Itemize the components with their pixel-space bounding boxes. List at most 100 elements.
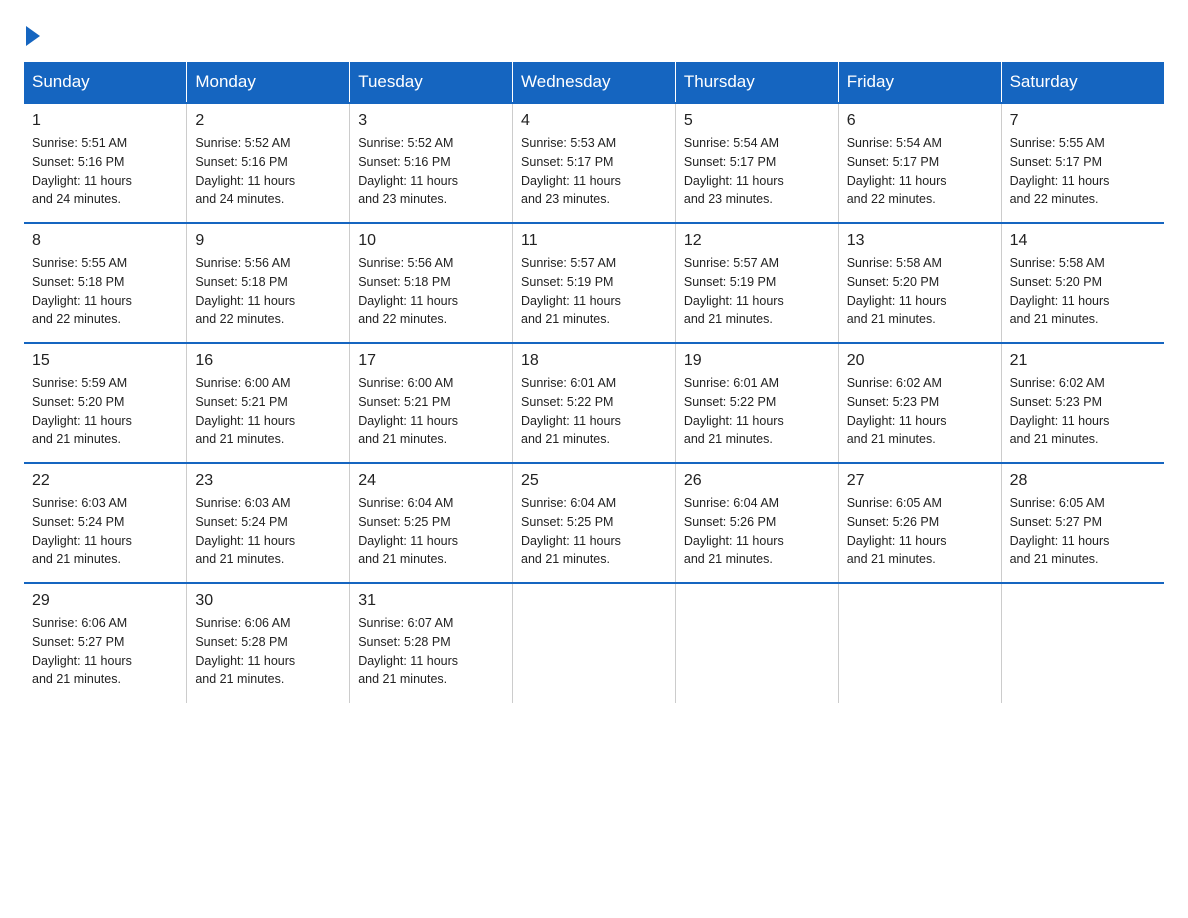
calendar-day-cell: 23Sunrise: 6:03 AMSunset: 5:24 PMDayligh… [187, 463, 350, 583]
day-number: 7 [1010, 112, 1156, 130]
day-info: Sunrise: 5:57 AMSunset: 5:19 PMDaylight:… [684, 254, 830, 329]
calendar-day-cell: 5Sunrise: 5:54 AMSunset: 5:17 PMDaylight… [675, 103, 838, 223]
day-info: Sunrise: 5:59 AMSunset: 5:20 PMDaylight:… [32, 374, 178, 449]
day-number: 26 [684, 472, 830, 490]
day-number: 17 [358, 352, 504, 370]
day-info: Sunrise: 6:06 AMSunset: 5:28 PMDaylight:… [195, 614, 341, 689]
day-number: 3 [358, 112, 504, 130]
day-number: 21 [1010, 352, 1156, 370]
day-number: 4 [521, 112, 667, 130]
day-of-week-header: Tuesday [350, 62, 513, 103]
calendar-day-cell: 12 Sunrise: 5:57 AMSunset: 5:19 PMDayligh… [675, 223, 838, 343]
calendar-day-cell [1001, 583, 1164, 703]
calendar-day-cell: 16 Sunrise: 6:00 AMSunset: 5:21 PMDayligh… [187, 343, 350, 463]
logo-arrow-icon [26, 26, 40, 46]
day-info: Sunrise: 6:00 AMSunset: 5:21 PMDaylight:… [195, 374, 341, 449]
day-info: Sunrise: 5:57 AMSunset: 5:19 PMDaylight:… [521, 254, 667, 329]
calendar-day-cell: 10 Sunrise: 5:56 AMSunset: 5:18 PMDayligh… [350, 223, 513, 343]
calendar-day-cell: 15 Sunrise: 5:59 AMSunset: 5:20 PMDayligh… [24, 343, 187, 463]
calendar-day-cell: 20 Sunrise: 6:02 AMSunset: 5:23 PMDayligh… [838, 343, 1001, 463]
day-info: Sunrise: 5:58 AMSunset: 5:20 PMDaylight:… [847, 254, 993, 329]
day-info: Sunrise: 5:51 AMSunset: 5:16 PMDaylight:… [32, 134, 178, 209]
day-number: 28 [1010, 472, 1156, 490]
logo [24, 24, 40, 42]
day-number: 27 [847, 472, 993, 490]
day-info: Sunrise: 6:04 AMSunset: 5:26 PMDaylight:… [684, 494, 830, 569]
day-info: Sunrise: 6:07 AMSunset: 5:28 PMDaylight:… [358, 614, 504, 689]
day-number: 22 [32, 472, 178, 490]
calendar-week-row: 8Sunrise: 5:55 AMSunset: 5:18 PMDaylight… [24, 223, 1164, 343]
day-of-week-header: Friday [838, 62, 1001, 103]
day-of-week-header: Sunday [24, 62, 187, 103]
calendar-day-cell: 19 Sunrise: 6:01 AMSunset: 5:22 PMDayligh… [675, 343, 838, 463]
calendar-day-cell: 25 Sunrise: 6:04 AMSunset: 5:25 PMDayligh… [513, 463, 676, 583]
day-number: 16 [195, 352, 341, 370]
day-number: 14 [1010, 232, 1156, 250]
calendar-day-cell: 3 Sunrise: 5:52 AMSunset: 5:16 PMDaylight… [350, 103, 513, 223]
calendar-day-cell [513, 583, 676, 703]
calendar-day-cell: 8Sunrise: 5:55 AMSunset: 5:18 PMDaylight… [24, 223, 187, 343]
day-info: Sunrise: 6:02 AMSunset: 5:23 PMDaylight:… [1010, 374, 1156, 449]
day-info: Sunrise: 6:02 AMSunset: 5:23 PMDaylight:… [847, 374, 993, 449]
day-info: Sunrise: 5:54 AMSunset: 5:17 PMDaylight:… [847, 134, 993, 209]
day-info: Sunrise: 6:01 AMSunset: 5:22 PMDaylight:… [684, 374, 830, 449]
day-number: 30 [195, 592, 341, 610]
day-number: 13 [847, 232, 993, 250]
day-info: Sunrise: 5:55 AMSunset: 5:18 PMDaylight:… [32, 254, 178, 329]
calendar-header-row: SundayMondayTuesdayWednesdayThursdayFrid… [24, 62, 1164, 103]
day-info: Sunrise: 5:56 AMSunset: 5:18 PMDaylight:… [358, 254, 504, 329]
day-number: 2 [195, 112, 341, 130]
day-info: Sunrise: 6:05 AMSunset: 5:26 PMDaylight:… [847, 494, 993, 569]
day-number: 23 [195, 472, 341, 490]
calendar-day-cell: 28 Sunrise: 6:05 AMSunset: 5:27 PMDayligh… [1001, 463, 1164, 583]
day-info: Sunrise: 6:00 AMSunset: 5:21 PMDaylight:… [358, 374, 504, 449]
day-info: Sunrise: 6:04 AMSunset: 5:25 PMDaylight:… [521, 494, 667, 569]
calendar-day-cell: 18 Sunrise: 6:01 AMSunset: 5:22 PMDayligh… [513, 343, 676, 463]
calendar-day-cell: 21 Sunrise: 6:02 AMSunset: 5:23 PMDayligh… [1001, 343, 1164, 463]
calendar-day-cell: 31 Sunrise: 6:07 AMSunset: 5:28 PMDayligh… [350, 583, 513, 703]
day-info: Sunrise: 6:03 AMSunset: 5:24 PMDaylight:… [32, 494, 178, 569]
day-info: Sunrise: 5:58 AMSunset: 5:20 PMDaylight:… [1010, 254, 1156, 329]
day-of-week-header: Thursday [675, 62, 838, 103]
calendar-day-cell: 17 Sunrise: 6:00 AMSunset: 5:21 PMDayligh… [350, 343, 513, 463]
calendar-day-cell: 22 Sunrise: 6:03 AMSunset: 5:24 PMDayligh… [24, 463, 187, 583]
day-info: Sunrise: 5:52 AMSunset: 5:16 PMDaylight:… [358, 134, 504, 209]
page-header [24, 24, 1164, 42]
day-info: Sunrise: 6:01 AMSunset: 5:22 PMDaylight:… [521, 374, 667, 449]
calendar-week-row: 15 Sunrise: 5:59 AMSunset: 5:20 PMDayligh… [24, 343, 1164, 463]
calendar-day-cell: 2Sunrise: 5:52 AMSunset: 5:16 PMDaylight… [187, 103, 350, 223]
calendar-day-cell: 11 Sunrise: 5:57 AMSunset: 5:19 PMDayligh… [513, 223, 676, 343]
day-info: Sunrise: 6:06 AMSunset: 5:27 PMDaylight:… [32, 614, 178, 689]
day-number: 10 [358, 232, 504, 250]
calendar-week-row: 22 Sunrise: 6:03 AMSunset: 5:24 PMDayligh… [24, 463, 1164, 583]
calendar-day-cell: 14 Sunrise: 5:58 AMSunset: 5:20 PMDayligh… [1001, 223, 1164, 343]
day-info: Sunrise: 5:54 AMSunset: 5:17 PMDaylight:… [684, 134, 830, 209]
day-number: 19 [684, 352, 830, 370]
calendar-day-cell: 26 Sunrise: 6:04 AMSunset: 5:26 PMDayligh… [675, 463, 838, 583]
calendar-day-cell: 29Sunrise: 6:06 AMSunset: 5:27 PMDayligh… [24, 583, 187, 703]
day-number: 15 [32, 352, 178, 370]
day-info: Sunrise: 5:56 AMSunset: 5:18 PMDaylight:… [195, 254, 341, 329]
calendar-day-cell: 27 Sunrise: 6:05 AMSunset: 5:26 PMDayligh… [838, 463, 1001, 583]
day-number: 20 [847, 352, 993, 370]
day-info: Sunrise: 5:55 AMSunset: 5:17 PMDaylight:… [1010, 134, 1156, 209]
day-info: Sunrise: 6:05 AMSunset: 5:27 PMDaylight:… [1010, 494, 1156, 569]
day-number: 1 [32, 112, 178, 130]
calendar-day-cell [675, 583, 838, 703]
calendar-day-cell: 1 Sunrise: 5:51 AMSunset: 5:16 PMDaylight… [24, 103, 187, 223]
day-number: 31 [358, 592, 504, 610]
day-number: 6 [847, 112, 993, 130]
calendar-day-cell [838, 583, 1001, 703]
day-of-week-header: Saturday [1001, 62, 1164, 103]
calendar-day-cell: 4Sunrise: 5:53 AMSunset: 5:17 PMDaylight… [513, 103, 676, 223]
calendar-day-cell: 13 Sunrise: 5:58 AMSunset: 5:20 PMDayligh… [838, 223, 1001, 343]
calendar-day-cell: 7 Sunrise: 5:55 AMSunset: 5:17 PMDaylight… [1001, 103, 1164, 223]
day-number: 18 [521, 352, 667, 370]
day-number: 11 [521, 232, 667, 250]
day-number: 25 [521, 472, 667, 490]
day-number: 24 [358, 472, 504, 490]
calendar-week-row: 1 Sunrise: 5:51 AMSunset: 5:16 PMDaylight… [24, 103, 1164, 223]
calendar-day-cell: 9 Sunrise: 5:56 AMSunset: 5:18 PMDaylight… [187, 223, 350, 343]
day-number: 12 [684, 232, 830, 250]
day-number: 9 [195, 232, 341, 250]
